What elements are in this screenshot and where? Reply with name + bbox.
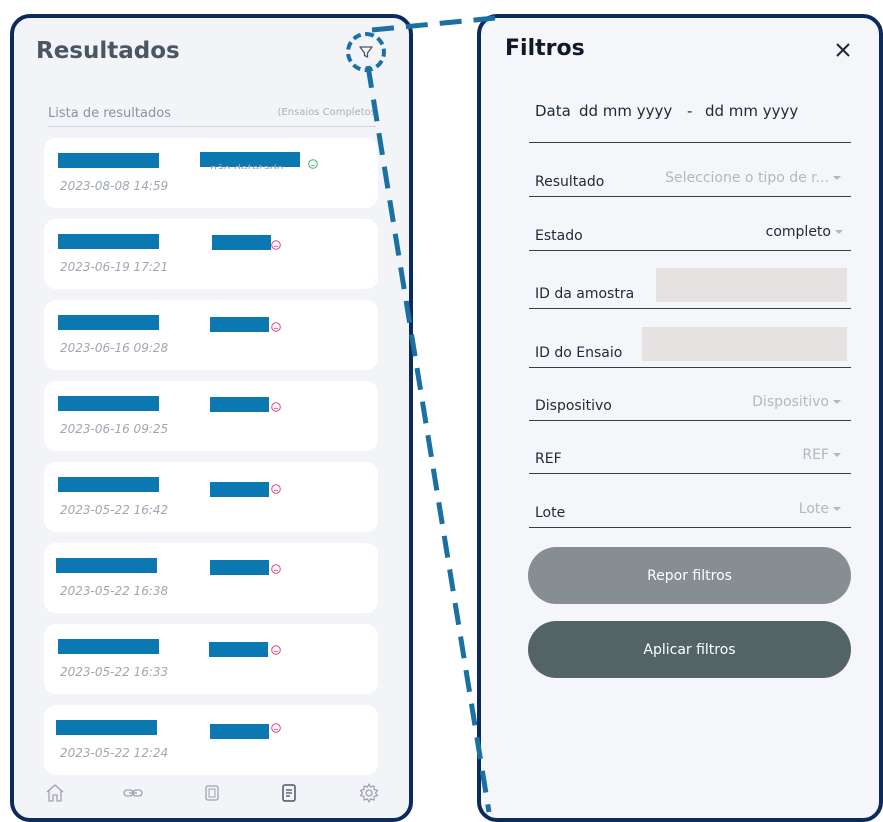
ref-select[interactable]: REF REF — [529, 433, 851, 474]
redacted-sample-id — [56, 720, 157, 735]
document-icon[interactable] — [278, 782, 300, 804]
redacted-sample-id — [58, 153, 159, 168]
chevron-down-icon — [833, 507, 841, 511]
chevron-down-icon — [833, 176, 841, 180]
chevron-down-icon — [833, 453, 841, 457]
assay-id-label: ID do Ensaio — [535, 345, 623, 361]
redacted-sample-id — [58, 234, 159, 249]
sample-id-label: ID da amostra — [535, 286, 635, 302]
sad-face-icon — [271, 322, 281, 332]
sad-face-icon — [271, 564, 281, 574]
sample-id-row: ID da amostra — [529, 263, 851, 309]
result-card[interactable]: 2023-05-22 16:38 — [44, 543, 378, 613]
page-title: Resultados — [36, 38, 180, 64]
close-icon[interactable] — [831, 38, 855, 62]
chevron-down-icon — [835, 230, 843, 234]
state-select-value: completo — [766, 224, 843, 240]
lot-select[interactable]: Lote Lote — [529, 487, 851, 528]
result-date: 2023-05-22 12:24 — [60, 746, 169, 760]
device-select-value: Dispositivo — [752, 394, 841, 410]
chevron-down-icon — [833, 400, 841, 404]
ref-placeholder: REF — [802, 447, 829, 463]
result-select-value: Seleccione o tipo de r... — [665, 170, 841, 186]
device-placeholder: Dispositivo — [752, 394, 829, 410]
redacted-result — [210, 317, 269, 332]
redacted-sample-id — [58, 477, 159, 492]
lot-label: Lote — [535, 505, 566, 521]
results-list-header: Lista de resultados (Ensaios Completos — [48, 106, 376, 127]
filters-title: Filtros — [505, 36, 585, 61]
link-icon[interactable] — [122, 782, 144, 804]
result-card[interactable]: 2023-06-19 17:21 — [44, 219, 378, 289]
result-card[interactable]: 2023-06-16 09:25 — [44, 381, 378, 451]
state-value: completo — [765, 224, 831, 240]
filters-screen: Filtros Data dd mm yyyy - dd mm yyyy Res… — [477, 14, 883, 822]
assay-id-row: ID do Ensaio — [529, 322, 851, 368]
chip-icon[interactable] — [201, 782, 223, 804]
date-separator: - — [687, 102, 693, 120]
results-screen: Resultados Lista de resultados (Ensaios … — [10, 14, 413, 822]
list-filter-label: (Ensaios Completos — [277, 107, 376, 118]
result-card[interactable]: 2023-05-22 16:33 — [44, 624, 378, 694]
result-type-select[interactable]: Resultado Seleccione o tipo de r... — [529, 156, 851, 197]
date-from-input[interactable]: dd mm yyyy — [579, 102, 672, 120]
redacted-result — [210, 560, 269, 575]
result-card[interactable]: não detetado 2023-08-08 14:59 — [44, 138, 378, 208]
redacted-sample-id — [58, 315, 159, 330]
result-date: 2023-05-22 16:33 — [60, 665, 169, 679]
filter-button[interactable] — [346, 32, 386, 72]
device-label: Dispositivo — [535, 398, 612, 414]
bottom-navigation — [14, 770, 409, 818]
redacted-result — [212, 235, 271, 250]
result-status: não detetado — [210, 163, 284, 169]
state-label: Estado — [535, 228, 583, 244]
date-label: Data — [535, 102, 571, 120]
redacted-result — [210, 724, 269, 739]
smile-face-icon — [308, 159, 318, 169]
result-date: 2023-05-22 16:42 — [60, 503, 169, 517]
result-date: 2023-06-16 09:28 — [60, 341, 169, 355]
redacted-sample-id — [56, 558, 157, 573]
list-label: Lista de resultados — [48, 106, 171, 121]
gear-icon[interactable] — [358, 782, 380, 804]
result-card[interactable]: 2023-05-22 12:24 — [44, 705, 378, 775]
result-card[interactable]: 2023-05-22 16:42 — [44, 462, 378, 532]
ref-label: REF — [535, 451, 562, 467]
sad-face-icon — [271, 723, 281, 733]
assay-id-input[interactable] — [642, 327, 847, 361]
redacted-result — [209, 642, 268, 657]
date-to-input[interactable]: dd mm yyyy — [705, 102, 798, 120]
filter-icon — [359, 46, 373, 58]
lot-select-value: Lote — [799, 501, 841, 517]
home-icon[interactable] — [44, 782, 66, 804]
sad-face-icon — [271, 484, 281, 494]
sample-id-input[interactable] — [656, 268, 847, 302]
ref-select-value: REF — [802, 447, 841, 463]
state-select[interactable]: Estado completo — [529, 210, 851, 251]
redacted-result — [210, 397, 269, 412]
result-date: 2023-05-22 16:38 — [60, 584, 169, 598]
reset-filters-button[interactable]: Repor filtros — [528, 547, 851, 604]
device-select[interactable]: Dispositivo Dispositivo — [529, 380, 851, 421]
result-date: 2023-06-19 17:21 — [60, 260, 169, 274]
result-date: 2023-06-16 09:25 — [60, 422, 169, 436]
redacted-sample-id — [58, 396, 159, 411]
result-label: Resultado — [535, 174, 605, 190]
result-placeholder: Seleccione o tipo de r... — [665, 170, 829, 186]
redacted-sample-id — [58, 639, 159, 654]
sad-face-icon — [271, 402, 281, 412]
redacted-result — [210, 482, 269, 497]
result-date: 2023-08-08 14:59 — [60, 179, 169, 193]
apply-filters-button[interactable]: Aplicar filtros — [528, 621, 851, 678]
date-range-row: Data dd mm yyyy - dd mm yyyy — [529, 100, 851, 143]
result-card[interactable]: 2023-06-16 09:28 — [44, 300, 378, 370]
lot-placeholder: Lote — [798, 501, 829, 517]
sad-face-icon — [271, 240, 281, 250]
sad-face-icon — [271, 645, 281, 655]
